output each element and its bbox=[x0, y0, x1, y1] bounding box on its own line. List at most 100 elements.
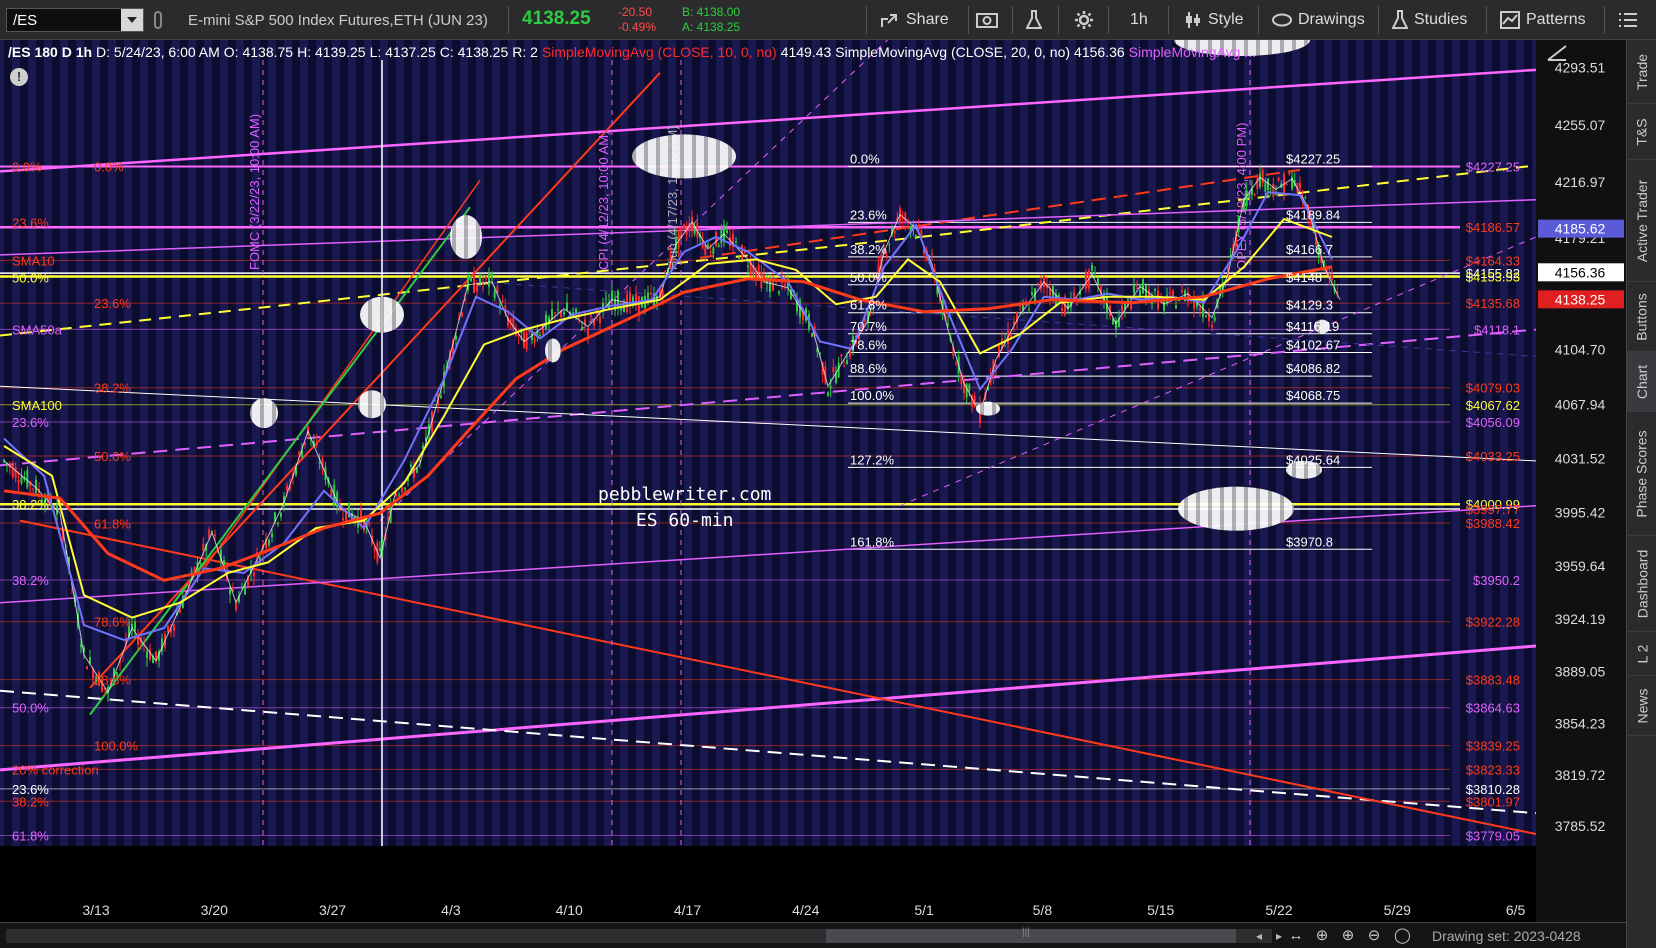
session-band bbox=[132, 40, 140, 846]
pct-change-value: -0.49% bbox=[618, 20, 657, 34]
y-tick-label: 3995.42 bbox=[1555, 505, 1606, 521]
candles-icon bbox=[1186, 12, 1200, 28]
menu-button[interactable] bbox=[1618, 8, 1638, 32]
tab-label: Dashboard bbox=[1634, 549, 1650, 618]
tab-buttons[interactable]: Buttons bbox=[1627, 282, 1656, 352]
ellipse-icon[interactable]: ◯ bbox=[1394, 928, 1411, 944]
tab-phase-scores[interactable]: Phase Scores bbox=[1627, 412, 1656, 536]
tab-active-trader[interactable]: Active Trader bbox=[1627, 160, 1656, 282]
candle-body bbox=[214, 534, 216, 537]
instrument-name: E-mini S&P 500 Index Futures,ETH (JUN 23… bbox=[188, 12, 488, 29]
snapshot-button[interactable] bbox=[976, 8, 998, 32]
candle-body bbox=[1133, 285, 1135, 293]
symbol-dropdown-icon[interactable] bbox=[121, 9, 143, 31]
crosshair-icon[interactable]: ⊕ bbox=[1314, 928, 1330, 944]
symbol-input[interactable]: /ES bbox=[6, 8, 144, 32]
studies-button[interactable]: Studies bbox=[1392, 8, 1467, 32]
share-label: Share bbox=[906, 11, 949, 28]
link-icon[interactable] bbox=[154, 11, 162, 29]
fib-pct-label: 127.2% bbox=[850, 452, 895, 467]
fib-left-label: 38.2% bbox=[12, 497, 49, 512]
right-level-label: $3839.25 bbox=[1466, 739, 1520, 754]
session-band bbox=[1092, 40, 1100, 846]
highlight-ellipse bbox=[1178, 486, 1294, 531]
drawing-set-label: Drawing set: 2023-0428 bbox=[1432, 928, 1581, 944]
tab-l-2[interactable]: L 2 bbox=[1627, 632, 1656, 676]
candle-body bbox=[1261, 169, 1264, 184]
interval-label: 1h bbox=[1130, 11, 1148, 28]
ask-value: A: 4138.25 bbox=[682, 20, 741, 34]
expand-icon[interactable]: ↔ bbox=[1288, 928, 1304, 944]
candle-body bbox=[493, 291, 496, 298]
sma20-study-label[interactable]: SimpleMovingAvg (CLOSE, 20, 0, no) bbox=[835, 44, 1070, 62]
highlight-ellipse bbox=[250, 398, 278, 429]
tab-dashboard[interactable]: Dashboard bbox=[1627, 536, 1656, 632]
y-tick-label: 3924.19 bbox=[1555, 611, 1606, 627]
session-band bbox=[212, 40, 220, 846]
watermark-site: pebblewriter.com bbox=[598, 484, 772, 505]
chart-area[interactable]: FOMC (3/22/23, 10:00 AM) CPI (4/12/23, 10… bbox=[0, 40, 1536, 922]
zoom-in-icon[interactable]: ⊕ bbox=[1340, 928, 1356, 944]
scroll-left-icon[interactable]: ◂ bbox=[1252, 929, 1266, 943]
y-tick-label: 4255.07 bbox=[1555, 117, 1606, 133]
tab-chart[interactable]: Chart bbox=[1627, 352, 1656, 412]
candle-body bbox=[904, 212, 907, 222]
chart-background bbox=[0, 40, 1536, 922]
session-band bbox=[996, 40, 1004, 846]
tab-news[interactable]: News bbox=[1627, 676, 1656, 736]
session-band bbox=[964, 40, 972, 846]
candle-body bbox=[525, 333, 528, 350]
candle-body bbox=[1076, 304, 1078, 306]
tab-t-s[interactable]: T&S bbox=[1627, 104, 1656, 160]
candle-body bbox=[723, 224, 725, 241]
candle-body bbox=[229, 588, 231, 595]
flask-button[interactable] bbox=[1026, 8, 1042, 32]
x-tick-label: 3/27 bbox=[319, 902, 346, 918]
interval-button[interactable]: 1h bbox=[1130, 8, 1148, 32]
candle-body bbox=[35, 479, 37, 494]
candle-body bbox=[277, 522, 279, 525]
sma10-study-label[interactable]: SimpleMovingAvg (CLOSE, 10, 0, no) bbox=[542, 44, 777, 62]
candle-body bbox=[707, 244, 709, 247]
price-chart[interactable]: FOMC (3/22/23, 10:00 AM) CPI (4/12/23, 10… bbox=[0, 40, 1536, 922]
candle-body bbox=[611, 290, 613, 301]
horizontal-scrollbar[interactable] bbox=[6, 927, 1272, 943]
session-band bbox=[804, 40, 812, 846]
drawing-tool-icon[interactable] bbox=[1546, 44, 1568, 62]
more-studies-label[interactable]: SimpleMovingAvg ... bbox=[1129, 44, 1256, 62]
tab-label: Buttons bbox=[1634, 292, 1651, 341]
candle-body bbox=[298, 452, 300, 454]
candle-body bbox=[1304, 197, 1307, 199]
symbol-text: /ES bbox=[13, 12, 38, 29]
candle-body bbox=[26, 470, 29, 488]
session-band bbox=[52, 40, 60, 846]
scroll-right-icon[interactable]: ▸ bbox=[1272, 929, 1286, 943]
style-button[interactable]: Style bbox=[1184, 8, 1244, 32]
drawings-button[interactable]: Drawings bbox=[1272, 8, 1365, 32]
fib-left-label: 23.6% bbox=[12, 415, 49, 430]
candle-body bbox=[590, 315, 592, 317]
fib-left-label: 50.0% bbox=[12, 270, 49, 285]
price-axis[interactable]: 4293.51 4255.07 4216.97 4179.21 4104.70 4067.… bbox=[1536, 40, 1626, 922]
fib-pct-label: 88.6% bbox=[850, 361, 887, 376]
session-band bbox=[788, 40, 796, 846]
tab-trade[interactable]: Trade bbox=[1627, 40, 1656, 104]
fib-left-label: 0.0% bbox=[12, 159, 42, 174]
alert-icon[interactable]: ! bbox=[10, 68, 28, 86]
zoom-out-icon[interactable]: ⊖ bbox=[1366, 928, 1382, 944]
event-label: CPI (4/12/23, 10:00 AM) bbox=[596, 131, 611, 270]
fib-left-label: 38.2% bbox=[12, 794, 49, 809]
session-band bbox=[1060, 40, 1068, 846]
session-band bbox=[180, 40, 188, 846]
share-button[interactable]: Share bbox=[880, 8, 949, 32]
settings-button[interactable] bbox=[1074, 8, 1094, 32]
sma20-study-value: 4156.36 bbox=[1074, 44, 1125, 60]
x-axis-background bbox=[0, 846, 1536, 922]
right-level-label: $4153.53 bbox=[1466, 270, 1520, 285]
scrollbar-thumb[interactable] bbox=[826, 927, 1236, 943]
session-band bbox=[1268, 40, 1276, 846]
candle-body bbox=[1259, 173, 1261, 187]
session-band bbox=[196, 40, 204, 846]
patterns-button[interactable]: Patterns bbox=[1500, 8, 1586, 32]
candle-body bbox=[1085, 272, 1087, 289]
